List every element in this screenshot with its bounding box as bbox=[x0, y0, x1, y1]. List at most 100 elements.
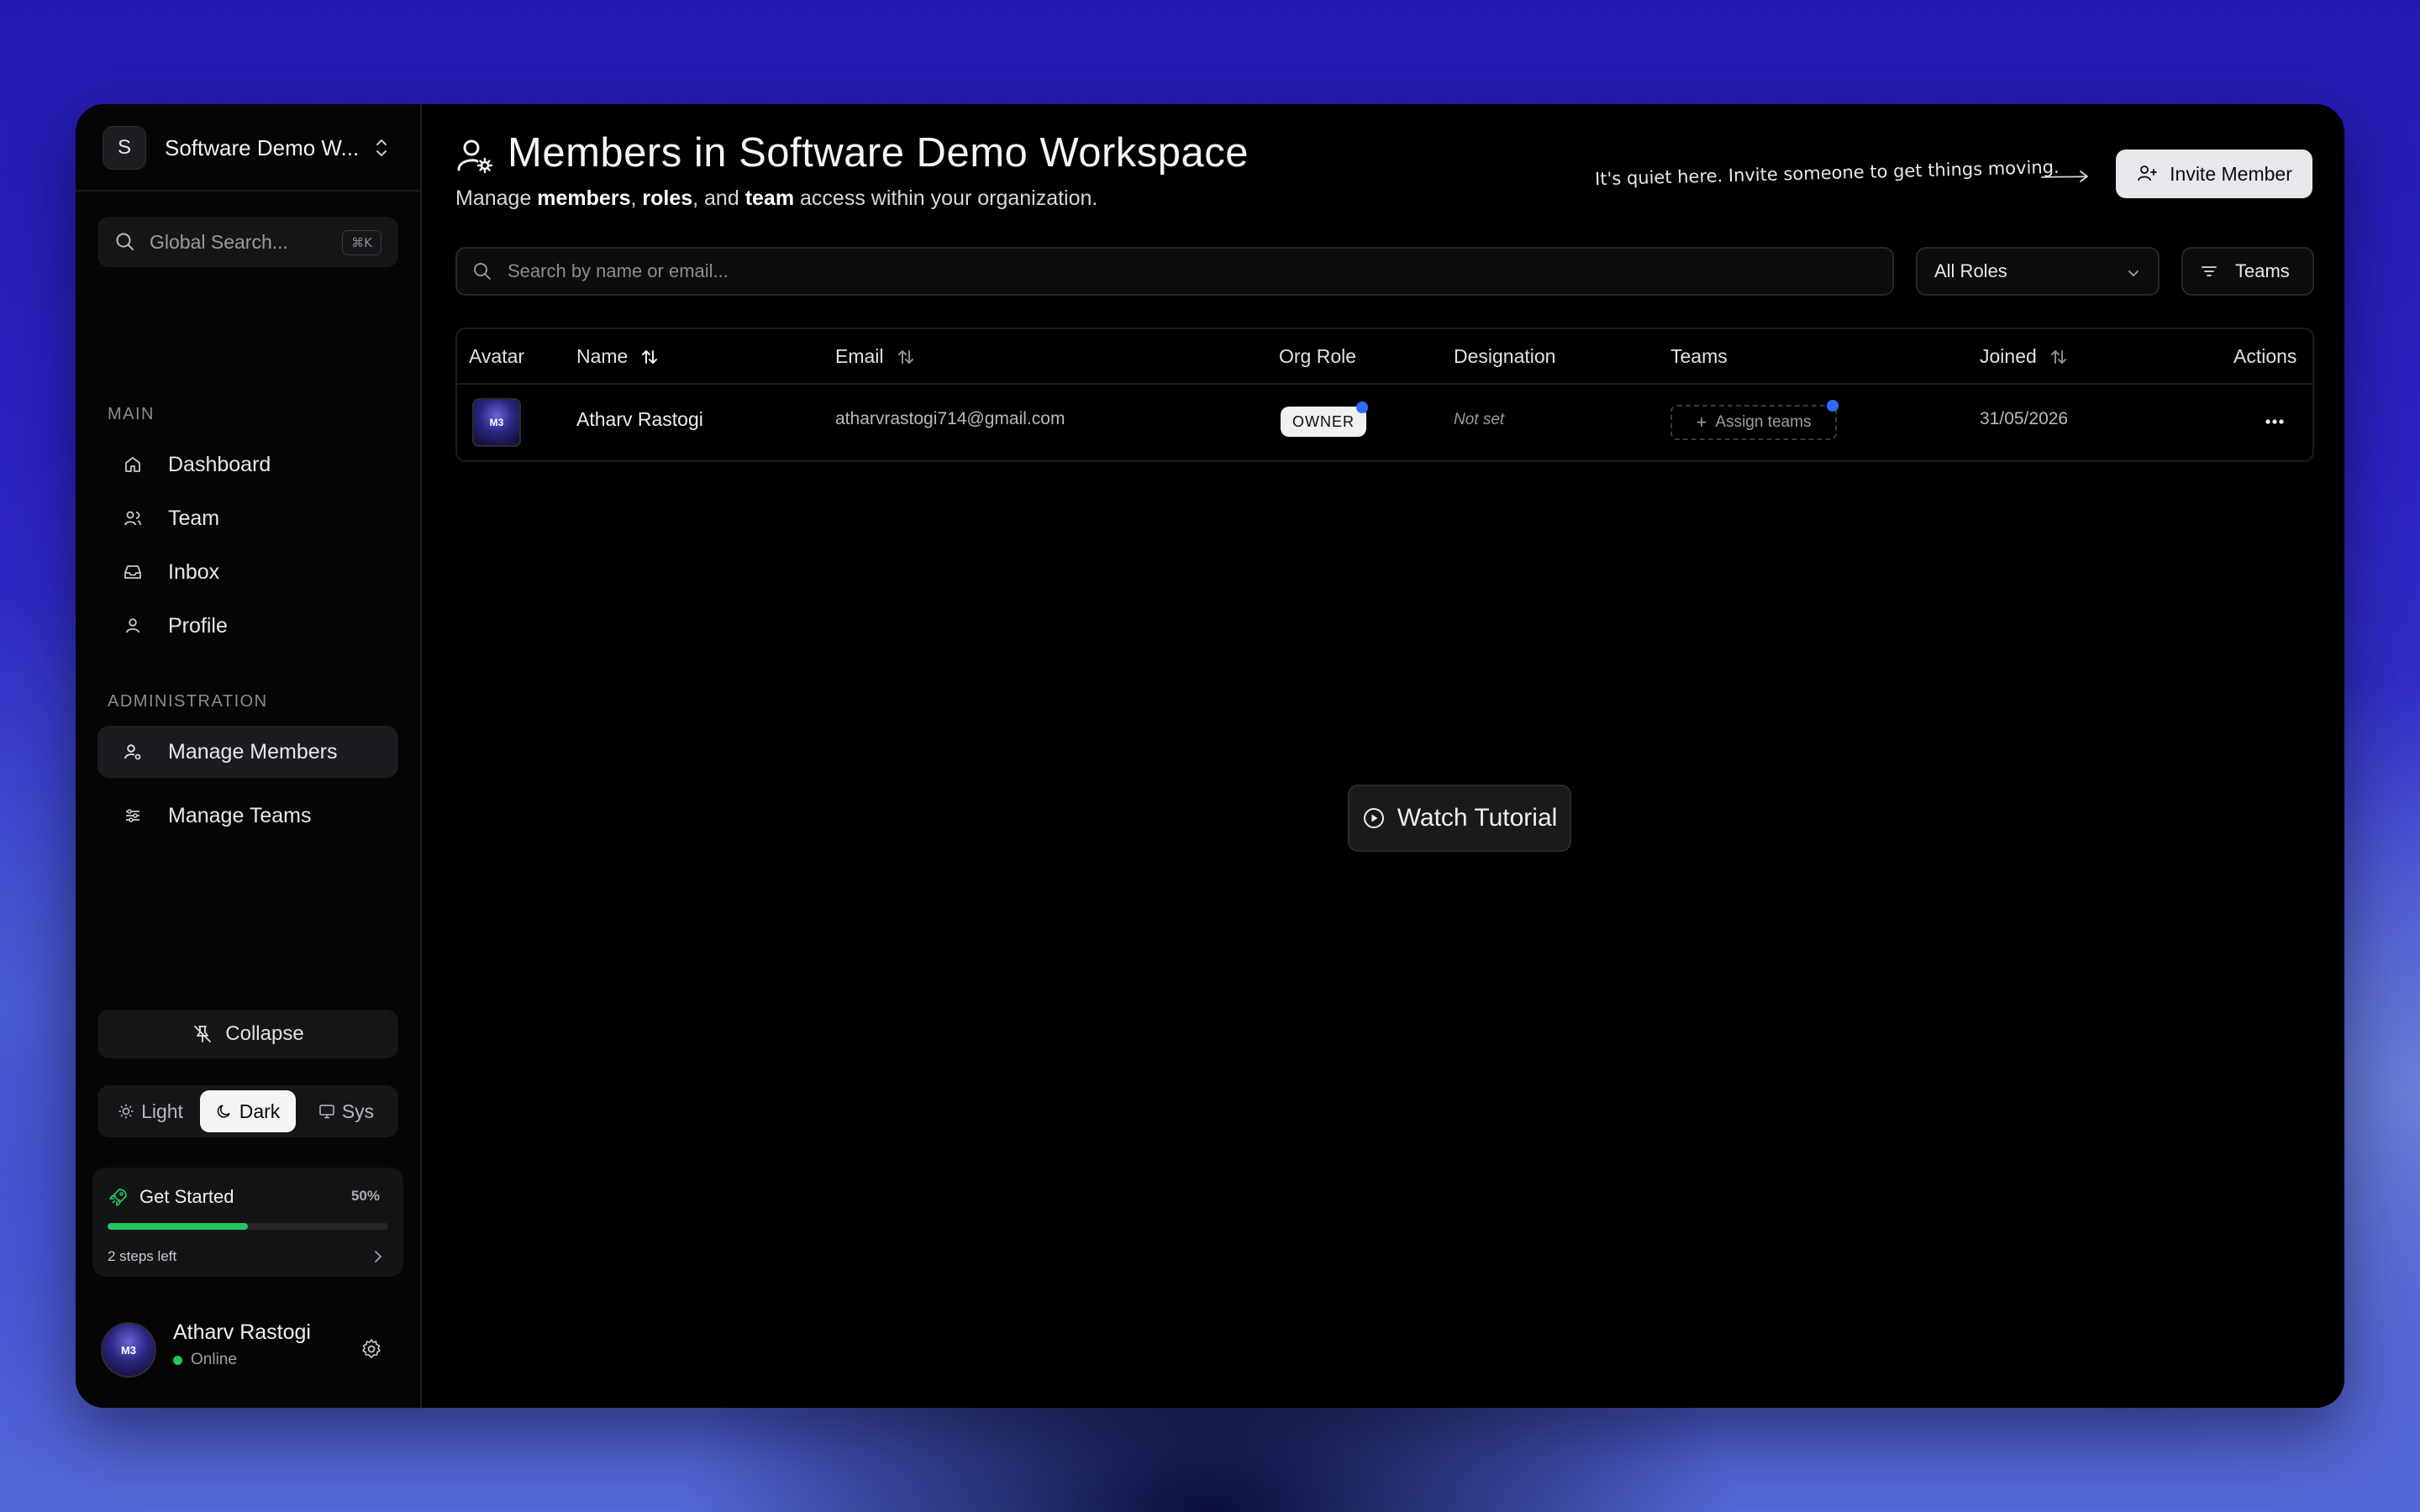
get-started-progress-bar bbox=[108, 1223, 388, 1230]
column-header-joined[interactable]: Joined bbox=[1980, 345, 2069, 368]
sidebar-item-inbox[interactable]: Inbox bbox=[97, 546, 398, 598]
theme-switcher: Light Dark Sys bbox=[97, 1085, 398, 1137]
column-header-teams: Teams bbox=[1670, 345, 1728, 368]
search-icon bbox=[474, 263, 491, 280]
watch-tutorial-button[interactable]: Watch Tutorial bbox=[1348, 785, 1571, 852]
user-profile-block[interactable]: M3 Atharv Rastogi Online bbox=[101, 1319, 395, 1378]
column-header-label: Joined bbox=[1980, 345, 2037, 367]
subtitle-emphasis: team bbox=[744, 186, 795, 210]
more-actions-icon[interactable] bbox=[2262, 412, 2287, 432]
plus-icon: + bbox=[1696, 412, 1707, 433]
chevron-down-icon bbox=[2128, 270, 2139, 277]
collapse-button[interactable]: Collapse bbox=[97, 1010, 398, 1058]
main-content: Members in Software Demo Workspace Manag… bbox=[422, 104, 2344, 1408]
member-joined-date: 31/05/2026 bbox=[1980, 409, 2069, 428]
theme-system-button[interactable]: Sys bbox=[301, 1090, 392, 1132]
sidebar-item-label: Profile bbox=[168, 613, 228, 638]
column-header-designation: Designation bbox=[1454, 345, 1555, 368]
subtitle-text: , and bbox=[692, 186, 745, 210]
invite-member-label: Invite Member bbox=[2170, 162, 2292, 185]
roles-filter-value: All Roles bbox=[1934, 260, 2007, 281]
user-cog-icon bbox=[124, 744, 141, 760]
notification-dot bbox=[1356, 402, 1368, 413]
column-header-label: Org Role bbox=[1279, 345, 1357, 367]
sidebar-item-team[interactable]: Team bbox=[97, 492, 398, 544]
section-label-administration: ADMINISTRATION bbox=[108, 692, 268, 711]
empty-hint-note: It's quiet here. Invite someone to get t… bbox=[1594, 156, 2060, 190]
sort-icon bbox=[642, 349, 658, 364]
column-header-label: Email bbox=[835, 345, 884, 367]
sort-icon bbox=[897, 349, 913, 364]
assign-teams-label: Assign teams bbox=[1715, 413, 1812, 431]
page-title: Members in Software Demo Workspace bbox=[508, 130, 1249, 176]
workspace-avatar: S bbox=[103, 126, 146, 170]
sidebar-item-label: Team bbox=[168, 506, 220, 530]
get-started-progress-fill bbox=[108, 1223, 248, 1230]
column-header-label: Designation bbox=[1454, 345, 1556, 367]
search-icon bbox=[116, 233, 134, 250]
moon-icon bbox=[217, 1105, 230, 1118]
watch-tutorial-label: Watch Tutorial bbox=[1397, 804, 1558, 832]
sidebar-item-profile[interactable]: Profile bbox=[97, 600, 398, 652]
column-header-avatar: Avatar bbox=[469, 345, 524, 368]
member-search bbox=[455, 247, 1894, 296]
column-header-label: Name bbox=[576, 345, 629, 367]
sidebar-item-manage-members[interactable]: Manage Members bbox=[97, 726, 398, 778]
search-shortcut-badge: ⌘K bbox=[342, 230, 381, 255]
role-badge[interactable]: OWNER bbox=[1281, 407, 1366, 437]
theme-light-label: Light bbox=[141, 1100, 183, 1122]
table-row[interactable]: M3 Atharv Rastogi atharvrastogi714@gmail… bbox=[457, 383, 2312, 460]
member-search-input[interactable] bbox=[506, 260, 1854, 283]
get-started-steps-left: 2 steps left bbox=[108, 1248, 177, 1264]
column-header-email[interactable]: Email bbox=[835, 345, 916, 368]
section-label-main: MAIN bbox=[108, 405, 155, 423]
teams-filter-button[interactable]: Teams bbox=[2181, 247, 2314, 296]
subtitle-text: Manage bbox=[455, 186, 538, 210]
theme-dark-label: Dark bbox=[239, 1100, 281, 1122]
subtitle-text: , bbox=[630, 186, 643, 210]
sidebar-item-label: Manage Members bbox=[168, 739, 338, 764]
chevron-right-icon bbox=[375, 1251, 382, 1263]
table-header: Avatar Name Email Org Role Designation T… bbox=[457, 329, 2312, 385]
theme-light-button[interactable]: Light bbox=[104, 1090, 197, 1132]
get-started-title: Get Started bbox=[139, 1186, 234, 1207]
subtitle-text: access within your organization. bbox=[794, 186, 1098, 210]
global-search-placeholder: Global Search... bbox=[150, 230, 288, 253]
pin-off-icon bbox=[194, 1026, 212, 1042]
column-header-org-role: Org Role bbox=[1279, 345, 1356, 368]
user-icon bbox=[126, 618, 139, 633]
avatar: M3 bbox=[472, 398, 521, 447]
sidebar-item-label: Inbox bbox=[168, 559, 220, 584]
global-search[interactable]: Global Search... ⌘K bbox=[97, 217, 398, 267]
filter-icon bbox=[2202, 266, 2217, 276]
notification-dot bbox=[1827, 400, 1839, 412]
gear-icon[interactable] bbox=[360, 1337, 383, 1361]
column-header-name[interactable]: Name bbox=[576, 345, 660, 368]
users-icon bbox=[124, 511, 141, 526]
get-started-card[interactable]: Get Started 50% 2 steps left bbox=[92, 1168, 403, 1277]
user-name: Atharv Rastogi bbox=[173, 1320, 311, 1344]
page-subtitle: Manage members, roles, and team access w… bbox=[455, 186, 1097, 211]
assign-teams-button[interactable]: + Assign teams bbox=[1670, 405, 1837, 440]
collapse-label: Collapse bbox=[225, 1022, 304, 1045]
sidebar-item-dashboard[interactable]: Dashboard bbox=[97, 438, 398, 491]
get-started-percent: 50% bbox=[350, 1188, 380, 1204]
member-name: Atharv Rastogi bbox=[576, 408, 703, 430]
workspace-switcher[interactable]: S Software Demo W... bbox=[103, 123, 397, 173]
home-icon bbox=[125, 457, 140, 472]
sidebar-divider bbox=[76, 190, 420, 192]
user-cog-icon bbox=[457, 139, 493, 174]
theme-dark-button[interactable]: Dark bbox=[200, 1090, 296, 1132]
online-status-dot bbox=[173, 1355, 182, 1365]
user-status-label: Online bbox=[191, 1351, 237, 1368]
invite-member-button[interactable]: Invite Member bbox=[2116, 150, 2312, 198]
roles-filter-select[interactable]: All Roles bbox=[1916, 247, 2160, 296]
sidebar-item-manage-teams[interactable]: Manage Teams bbox=[97, 790, 398, 842]
sort-icon bbox=[2050, 349, 2066, 364]
monitor-icon bbox=[319, 1105, 334, 1119]
column-header-label: Actions bbox=[2233, 345, 2297, 367]
members-table: Avatar Name Email Org Role Designation T… bbox=[455, 328, 2314, 462]
column-header-label: Avatar bbox=[469, 345, 525, 367]
subtitle-emphasis: members bbox=[537, 186, 631, 210]
member-designation: Not set bbox=[1454, 411, 1505, 428]
